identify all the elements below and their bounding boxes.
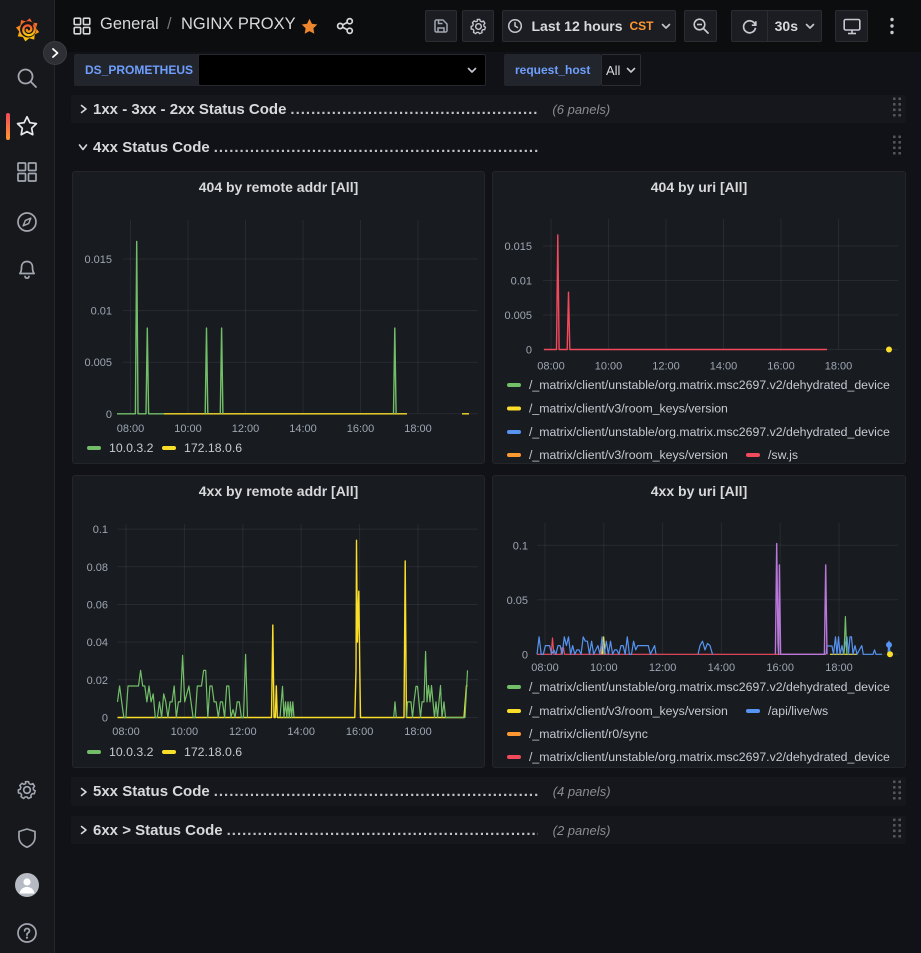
svg-text:10.0.3.2: 10.0.3.2	[109, 745, 154, 759]
svg-text:0.02: 0.02	[87, 675, 108, 687]
svg-text:0.08: 0.08	[87, 562, 108, 574]
svg-text:10:00: 10:00	[595, 361, 623, 373]
svg-text:0: 0	[106, 409, 112, 421]
svg-text:/sw.js: /sw.js	[768, 448, 798, 462]
svg-text:/_matrix/client/unstable/org.m: /_matrix/client/unstable/org.matrix.msc2…	[529, 750, 890, 764]
svg-text:0.05: 0.05	[507, 595, 528, 607]
svg-text:18:00: 18:00	[404, 423, 432, 435]
svg-text:10:00: 10:00	[174, 423, 202, 435]
svg-text:172.18.0.6: 172.18.0.6	[184, 745, 242, 759]
svg-text:0.01: 0.01	[511, 276, 532, 288]
svg-text:08:00: 08:00	[117, 423, 145, 435]
svg-text:0.015: 0.015	[84, 254, 112, 266]
svg-text:0.1: 0.1	[93, 524, 108, 536]
svg-text:0.005: 0.005	[504, 310, 532, 322]
svg-text:10:00: 10:00	[171, 726, 199, 738]
svg-text:18:00: 18:00	[404, 726, 432, 738]
svg-text:08:00: 08:00	[531, 662, 559, 674]
svg-text:16:00: 16:00	[347, 423, 375, 435]
svg-text:0.005: 0.005	[84, 357, 112, 369]
svg-text:/_matrix/client/v3/room_keys/v: /_matrix/client/v3/room_keys/version	[529, 704, 728, 718]
svg-text:0.01: 0.01	[91, 306, 112, 318]
svg-text:/_matrix/client/unstable/org.m: /_matrix/client/unstable/org.matrix.msc2…	[529, 378, 890, 392]
svg-text:/_matrix/client/r0/sync: /_matrix/client/r0/sync	[529, 727, 648, 741]
svg-text:0: 0	[522, 649, 528, 661]
svg-text:12:00: 12:00	[649, 662, 677, 674]
svg-text:14:00: 14:00	[289, 423, 317, 435]
svg-text:18:00: 18:00	[825, 662, 853, 674]
svg-text:08:00: 08:00	[537, 361, 565, 373]
svg-text:/_matrix/client/unstable/org.m: /_matrix/client/unstable/org.matrix.msc2…	[529, 425, 890, 439]
svg-text:0.1: 0.1	[513, 540, 528, 552]
svg-text:08:00: 08:00	[112, 726, 140, 738]
svg-text:/api/live/ws: /api/live/ws	[768, 704, 828, 718]
svg-text:0: 0	[102, 713, 108, 725]
svg-text:14:00: 14:00	[708, 662, 736, 674]
svg-text:12:00: 12:00	[229, 726, 257, 738]
svg-text:/_matrix/client/unstable/org.m: /_matrix/client/unstable/org.matrix.msc2…	[529, 680, 890, 694]
svg-text:0.04: 0.04	[87, 637, 108, 649]
svg-text:0: 0	[526, 345, 532, 357]
svg-text:18:00: 18:00	[825, 361, 853, 373]
svg-text:/_matrix/client/v3/room_keys/v: /_matrix/client/v3/room_keys/version	[529, 448, 728, 462]
svg-text:12:00: 12:00	[232, 423, 260, 435]
svg-text:16:00: 16:00	[346, 726, 374, 738]
svg-text:16:00: 16:00	[767, 361, 795, 373]
svg-text:14:00: 14:00	[710, 361, 738, 373]
svg-text:0.06: 0.06	[87, 600, 108, 612]
svg-text:10:00: 10:00	[590, 662, 618, 674]
svg-text:16:00: 16:00	[766, 662, 794, 674]
svg-text:14:00: 14:00	[287, 726, 315, 738]
svg-text:10.0.3.2: 10.0.3.2	[109, 441, 154, 455]
svg-text:172.18.0.6: 172.18.0.6	[184, 441, 242, 455]
svg-text:/_matrix/client/v3/room_keys/v: /_matrix/client/v3/room_keys/version	[529, 402, 728, 416]
svg-text:12:00: 12:00	[652, 361, 680, 373]
svg-text:0.015: 0.015	[504, 241, 532, 253]
